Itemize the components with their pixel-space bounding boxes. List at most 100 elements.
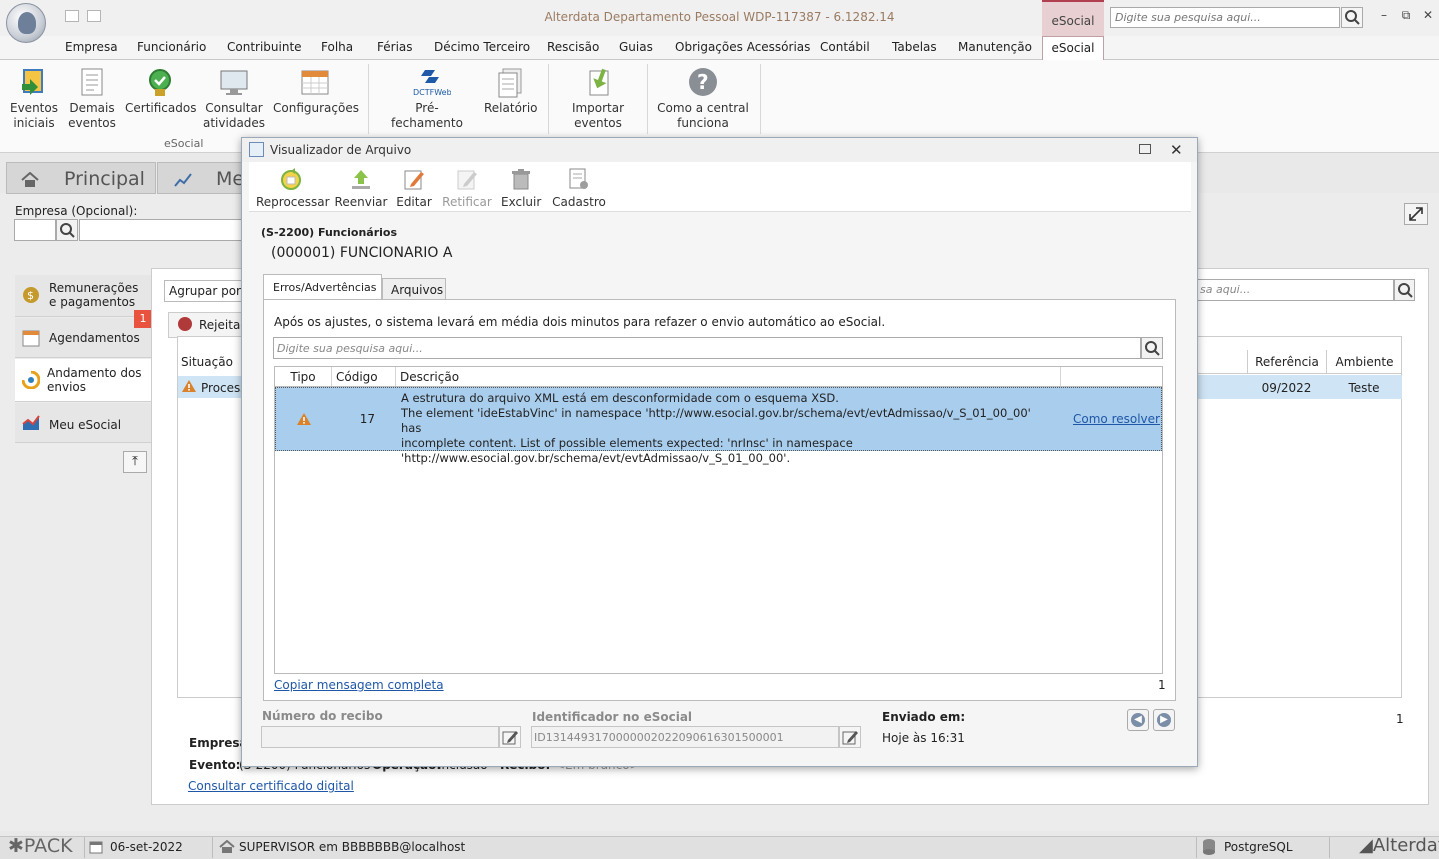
tab-meu[interactable]: Meu (157, 162, 256, 194)
file-viewer-icon (249, 142, 264, 157)
sidebar-item-label: Remunerações e pagamentos (49, 281, 139, 309)
calendar-icon (299, 66, 331, 98)
column-header-codigo[interactable]: Código (332, 367, 396, 387)
tab-erros-advertencias[interactable]: Erros/Advertências (263, 274, 382, 300)
menu-contribuinte[interactable]: Contribuinte (227, 40, 302, 54)
global-search-input[interactable]: Digite sua pesquisa aqui... (1110, 7, 1340, 28)
menu-rescisao[interactable]: Rescisão (547, 40, 599, 54)
app-menu-button[interactable] (6, 3, 46, 43)
como-resolver-link[interactable]: Como resolver (1073, 412, 1160, 426)
search-icon[interactable] (56, 219, 78, 241)
svg-text:?: ? (697, 70, 709, 94)
column-header-referencia[interactable]: Referência (1247, 350, 1326, 374)
status-db: PostgreSQL (1224, 840, 1293, 854)
ribbon-label: Como a central (657, 101, 749, 115)
row-status-text: Process (201, 381, 247, 395)
previous-button[interactable]: ◀ (1127, 709, 1149, 731)
ribbon-label: funciona (677, 116, 729, 130)
ribbon-consultar-atividades[interactable]: Consultar atividades (203, 66, 265, 131)
ribbon-importar-eventos[interactable]: Importar eventos (567, 66, 629, 131)
errors-search-input[interactable]: Digite sua pesquisa aqui... (273, 337, 1141, 359)
calendar-icon (89, 840, 103, 857)
edit-icon[interactable] (839, 726, 861, 748)
sidebar-item-agendamentos[interactable]: Agendamentos (15, 318, 152, 358)
menu-tabelas[interactable]: Tabelas (892, 40, 937, 54)
edit-icon[interactable] (499, 726, 521, 748)
consultar-certificado-link[interactable]: Consultar certificado digital (188, 779, 354, 793)
column-header-descricao[interactable]: Descrição (396, 367, 1061, 387)
upload-icon (349, 167, 373, 191)
ribbon-configuracoes[interactable]: Configurações (273, 66, 359, 116)
ribbon-label: Eventos (10, 101, 58, 115)
empresa-code-input[interactable] (14, 219, 56, 241)
menu-ferias[interactable]: Férias (377, 40, 413, 54)
info-message: Após os ajustes, o sistema levará em méd… (274, 315, 886, 329)
progress-icon (21, 370, 41, 390)
excluir-button[interactable]: Excluir (501, 167, 541, 209)
search-icon[interactable] (1394, 279, 1415, 301)
ribbon-label: Configurações (273, 101, 359, 115)
search-icon[interactable] (1341, 7, 1363, 28)
ribbon-pre-fechamento[interactable]: DCTFWeb Pré-fechamento (380, 66, 474, 131)
copiar-mensagem-link[interactable]: Copiar mensagem completa (274, 678, 444, 692)
collapse-up-icon[interactable]: ⤒ (123, 451, 147, 473)
restore-icon[interactable]: ⧉ (1398, 8, 1414, 24)
tab-arquivos[interactable]: Arquivos (382, 278, 446, 300)
column-header-ambiente[interactable]: Ambiente (1326, 350, 1402, 374)
menu-decimo-terceiro[interactable]: Décimo Terceiro (434, 40, 530, 54)
error-description: A estrutura do arquivo XML está em desco… (401, 391, 1051, 466)
minimize-icon[interactable]: – (1376, 8, 1392, 24)
close-icon[interactable]: ✕ (1420, 8, 1436, 24)
expand-icon[interactable] (1404, 203, 1428, 225)
cell-referencia: 09/2022 (1261, 381, 1312, 395)
toolbar-label: Cadastro (552, 195, 606, 209)
status-user: SUPERVISOR em BBBBBBB@localhost (239, 840, 466, 854)
menu-folha[interactable]: Folha (321, 40, 353, 54)
edit-icon (402, 167, 426, 191)
cadastro-button[interactable]: Cadastro (552, 167, 606, 209)
sidebar-item-meu-esocial[interactable]: Meu eSocial (15, 403, 152, 443)
ribbon-relatorio[interactable]: Relatório (484, 66, 538, 116)
error-description-line: A estrutura do arquivo XML está em desco… (401, 391, 839, 405)
ribbon-como-funciona[interactable]: ? Como a central funciona (656, 66, 750, 131)
retificar-button[interactable]: Retificar (442, 167, 492, 209)
menu-guias[interactable]: Guias (619, 40, 653, 54)
sidebar-item-andamento[interactable]: Andamento dos envios (15, 359, 152, 402)
column-header-situacao[interactable]: Situação (181, 355, 233, 369)
sidebar-item-label: Meu eSocial (49, 418, 122, 432)
home-icon (219, 839, 235, 857)
event-code: (S-2200) Funcionários (261, 226, 398, 239)
sidebar-item-remuneracoes[interactable]: $ Remunerações e pagamentos (15, 275, 152, 317)
reenviar-button[interactable]: Reenviar (334, 167, 388, 209)
menu-esocial[interactable]: eSocial (1042, 36, 1104, 61)
error-description-line: The element 'ideEstabVinc' in namespace … (401, 406, 1031, 435)
search-icon[interactable] (1141, 337, 1163, 359)
reprocessar-button[interactable]: Reprocessar (256, 167, 330, 209)
column-header-tipo[interactable]: Tipo (275, 367, 332, 387)
menu-funcionario[interactable]: Funcionário (137, 40, 206, 54)
notification-badge: 1 (134, 310, 152, 328)
identificador-input[interactable]: ID1314493170000002022090616301500001 (531, 726, 839, 748)
home-icon (21, 171, 39, 193)
ribbon-demais-eventos[interactable]: Demais eventos (66, 66, 118, 131)
menu-empresa[interactable]: Empresa (65, 40, 118, 54)
ribbon-certificados[interactable]: Certificados (125, 66, 196, 116)
alterdata-logo: ◢Alterdata (1359, 835, 1439, 856)
dialog-close-icon[interactable]: ✕ (1170, 141, 1183, 159)
empresa-name-input[interactable] (79, 219, 249, 241)
ribbon-label: iniciais (13, 116, 55, 130)
menu-obrigacoes[interactable]: Obrigações Acessórias (675, 40, 810, 54)
evento-info-label: Evento: (189, 758, 241, 772)
status-separator (212, 837, 213, 858)
ribbon-separator (368, 64, 369, 134)
menu-contabil[interactable]: Contábil (820, 40, 870, 54)
grid-search-input[interactable]: sa aqui... (1197, 279, 1394, 301)
menu-manutencao[interactable]: Manutenção (958, 40, 1032, 54)
next-button[interactable]: ▶ (1153, 709, 1175, 731)
recibo-input[interactable] (261, 726, 499, 748)
dialog-restore-icon[interactable] (1139, 144, 1151, 154)
pack-logo: ✱PACK (8, 835, 73, 857)
ribbon-eventos-iniciais[interactable]: Eventos iniciais (8, 66, 60, 131)
tab-principal[interactable]: Principal (6, 162, 156, 194)
editar-button[interactable]: Editar (396, 167, 432, 209)
